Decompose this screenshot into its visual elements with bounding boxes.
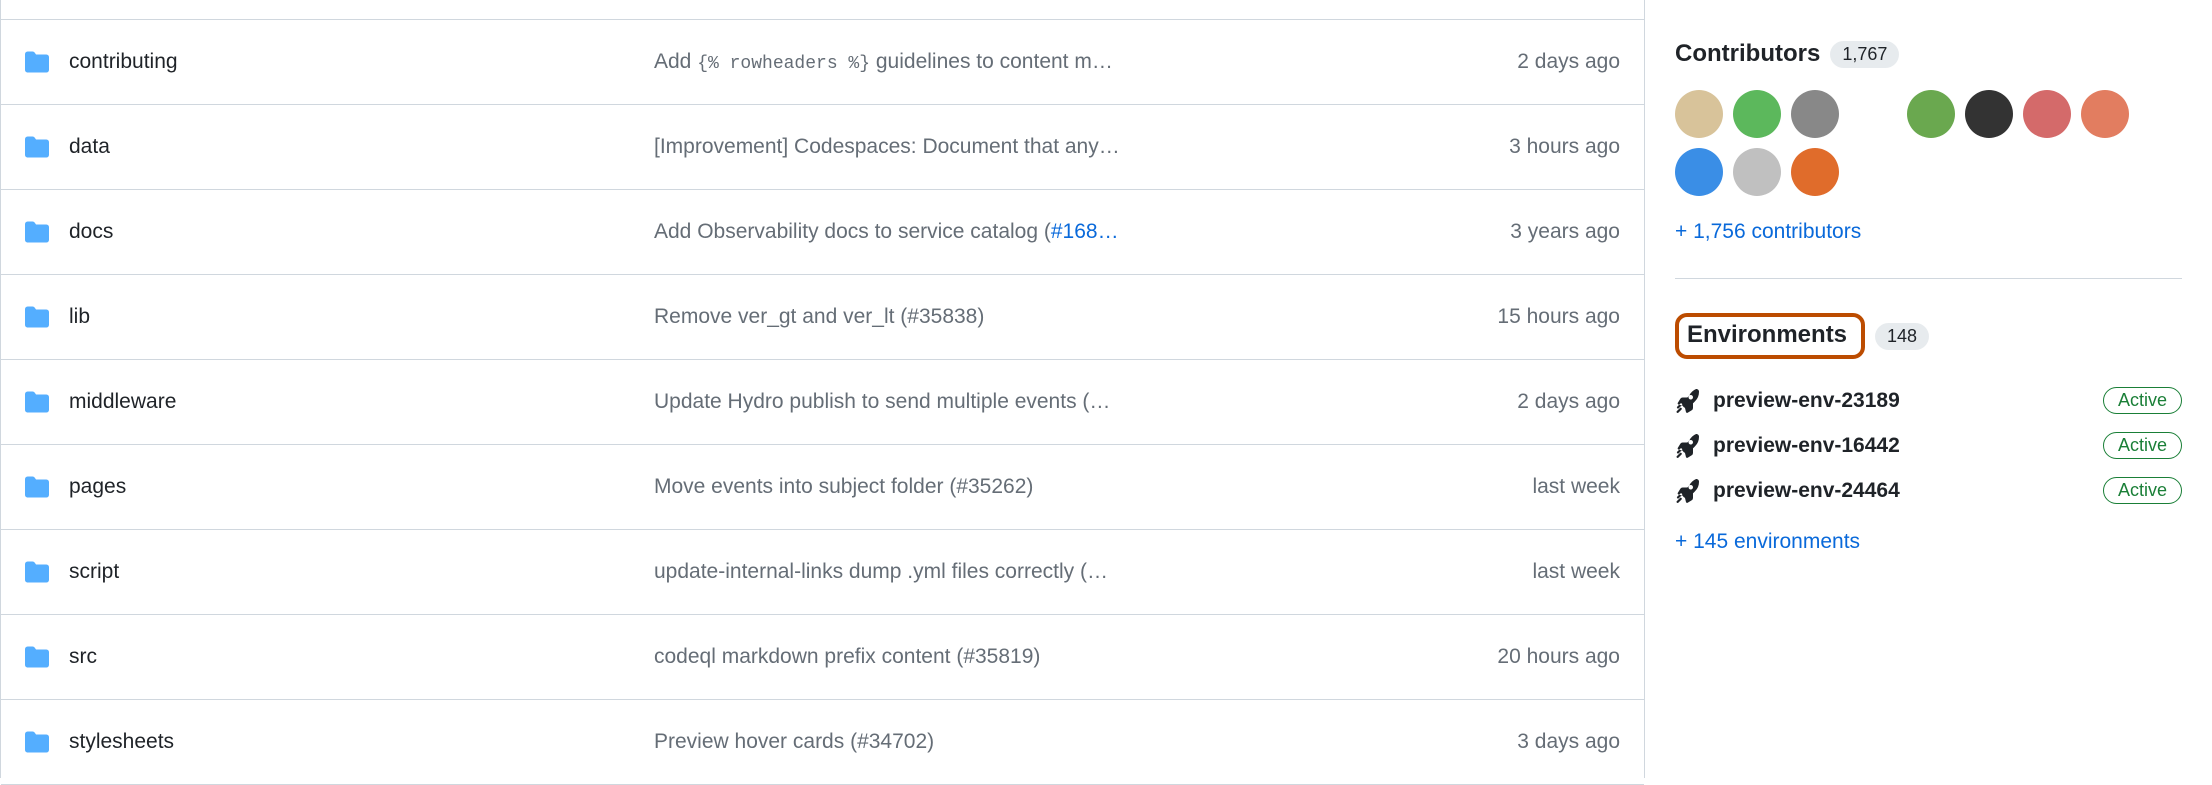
avatar[interactable] (2081, 90, 2129, 138)
rocket-icon (1675, 389, 1699, 413)
table-row: script update-internal-links dump .yml fi… (1, 530, 1644, 615)
section-divider (1675, 278, 2182, 279)
avatar[interactable] (1849, 90, 1897, 138)
commit-message[interactable]: Add Observability docs to service catalo… (654, 220, 1410, 244)
commit-message[interactable]: Preview hover cards (#34702) (654, 730, 1410, 754)
folder-icon (25, 135, 49, 159)
avatar[interactable] (1733, 148, 1781, 196)
table-row: lib Remove ver_gt and ver_lt (#35838)15 h… (1, 275, 1644, 360)
file-list: contributing Add {% rowheaders %} guideli… (0, 0, 1645, 778)
contributors-section: Contributors 1,767 + 1,756 contributors (1675, 40, 2182, 244)
folder-icon (25, 305, 49, 329)
commit-time: 20 hours ago (1410, 645, 1620, 669)
avatar[interactable] (1907, 90, 1955, 138)
file-link[interactable]: middleware (69, 390, 176, 413)
environment-name: preview-env-24464 (1713, 479, 2089, 503)
rocket-icon (1675, 434, 1699, 458)
contributors-count: 1,767 (1830, 41, 1899, 68)
contributor-avatars (1675, 90, 2182, 196)
status-badge: Active (2103, 387, 2182, 414)
file-link[interactable]: script (69, 560, 119, 583)
table-row: middleware Update Hydro publish to send m… (1, 360, 1644, 445)
contributors-title: Contributors (1675, 40, 1820, 68)
avatar[interactable] (1675, 148, 1723, 196)
contributors-header[interactable]: Contributors 1,767 (1675, 40, 2182, 68)
folder-icon (25, 390, 49, 414)
commit-message[interactable]: [Improvement] Codespaces: Document that … (654, 135, 1410, 159)
environment-name: preview-env-23189 (1713, 389, 2089, 413)
status-badge: Active (2103, 477, 2182, 504)
avatar[interactable] (1965, 90, 2013, 138)
commit-time: 3 years ago (1410, 220, 1620, 244)
commit-time: last week (1410, 475, 1620, 499)
file-name: contributing (69, 50, 654, 74)
commit-message[interactable]: codeql markdown prefix content (#35819) (654, 645, 1410, 669)
table-row: contributing Add {% rowheaders %} guideli… (1, 20, 1644, 105)
folder-icon (25, 220, 49, 244)
file-link[interactable]: docs (69, 220, 113, 243)
commit-time: 2 days ago (1410, 50, 1620, 74)
avatar[interactable] (1791, 148, 1839, 196)
table-row: data [Improvement] Codespaces: Document t… (1, 105, 1644, 190)
commit-time: 3 days ago (1410, 730, 1620, 754)
commit-message[interactable]: Move events into subject folder (#35262) (654, 475, 1410, 499)
file-link[interactable]: data (69, 135, 110, 158)
file-name: pages (69, 475, 654, 499)
file-name: stylesheets (69, 730, 654, 754)
file-link[interactable]: contributing (69, 50, 178, 73)
environments-header-highlight[interactable]: Environments (1675, 313, 1865, 359)
folder-icon (25, 730, 49, 754)
environments-count: 148 (1875, 323, 1929, 350)
folder-icon (25, 475, 49, 499)
environment-item[interactable]: preview-env-23189 Active (1675, 387, 2182, 414)
commit-message[interactable]: Update Hydro publish to send multiple ev… (654, 390, 1410, 414)
file-link[interactable]: stylesheets (69, 730, 174, 753)
file-name: lib (69, 305, 654, 329)
more-contributors-link[interactable]: + 1,756 contributors (1675, 220, 2182, 244)
avatar[interactable] (1733, 90, 1781, 138)
environment-item[interactable]: preview-env-16442 Active (1675, 432, 2182, 459)
issue-link[interactable]: #168… (1051, 220, 1119, 243)
more-environments-link[interactable]: + 145 environments (1675, 530, 2182, 554)
commit-time: last week (1410, 560, 1620, 584)
folder-icon (25, 645, 49, 669)
environments-title: Environments (1687, 321, 1847, 349)
sidebar: Contributors 1,767 + 1,756 contributors … (1645, 0, 2212, 778)
file-name: docs (69, 220, 654, 244)
table-row: docs Add Observability docs to service ca… (1, 190, 1644, 275)
file-name: script (69, 560, 654, 584)
environments-section: Environments 148 preview-env-23189 Active… (1675, 313, 2182, 554)
file-link[interactable]: lib (69, 305, 90, 328)
folder-icon (25, 50, 49, 74)
commit-time: 15 hours ago (1410, 305, 1620, 329)
commit-message[interactable]: Add {% rowheaders %} guidelines to conte… (654, 50, 1410, 74)
environments-list: preview-env-23189Activepreview-env-16442… (1675, 387, 2182, 504)
file-name: src (69, 645, 654, 669)
table-row: pages Move events into subject folder (#3… (1, 445, 1644, 530)
status-badge: Active (2103, 432, 2182, 459)
avatar[interactable] (2023, 90, 2071, 138)
file-name: data (69, 135, 654, 159)
commit-time: 3 hours ago (1410, 135, 1620, 159)
environment-item[interactable]: preview-env-24464 Active (1675, 477, 2182, 504)
avatar[interactable] (1791, 90, 1839, 138)
table-row: stylesheets Preview hover cards (#34702)3… (1, 700, 1644, 785)
avatar[interactable] (1675, 90, 1723, 138)
file-link[interactable]: src (69, 645, 97, 668)
folder-icon (25, 560, 49, 584)
environment-name: preview-env-16442 (1713, 434, 2089, 458)
table-row: src codeql markdown prefix content (#3581… (1, 615, 1644, 700)
file-link[interactable]: pages (69, 475, 126, 498)
commit-time: 2 days ago (1410, 390, 1620, 414)
file-name: middleware (69, 390, 654, 414)
rocket-icon (1675, 479, 1699, 503)
commit-message[interactable]: Remove ver_gt and ver_lt (#35838) (654, 305, 1410, 329)
row-partial-top (1, 0, 1644, 20)
commit-message[interactable]: update-internal-links dump .yml files co… (654, 560, 1410, 584)
